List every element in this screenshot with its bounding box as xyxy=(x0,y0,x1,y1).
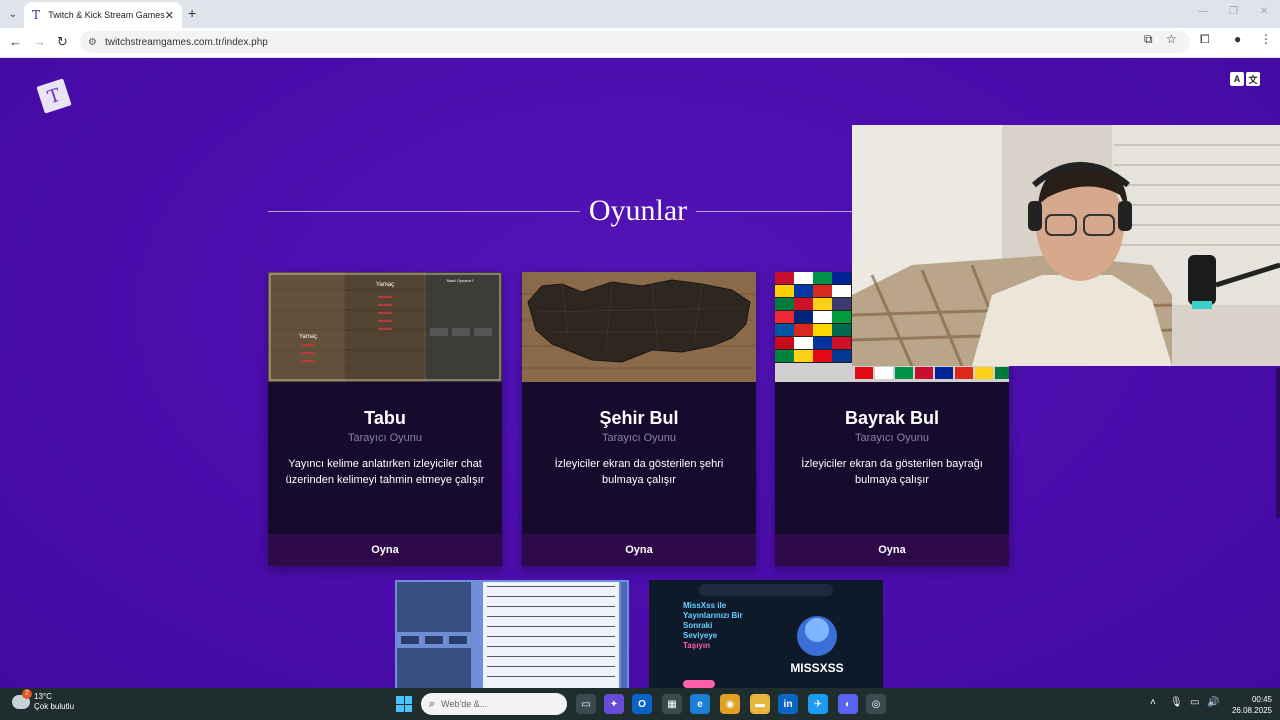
tab-favicon-icon: T xyxy=(32,8,41,22)
browser-tabstrip: ⌄ T Twitch & Kick Stream Games ✕ + — ❐ ✕ xyxy=(0,0,1280,28)
window-close-icon[interactable]: ✕ xyxy=(1260,6,1268,17)
copilot-icon[interactable]: ✦ xyxy=(604,694,624,714)
twitter-icon[interactable]: ✈ xyxy=(808,694,828,714)
forward-arrow-icon[interactable]: → xyxy=(33,34,46,49)
browser-menu-icon[interactable]: ⋮ xyxy=(1260,32,1272,46)
translate-button[interactable]: A 文 xyxy=(1230,72,1260,88)
translate-glyph-icon: 文 xyxy=(1246,72,1260,86)
tabu-word-left: Yamaç xyxy=(299,334,317,340)
play-button-tabu[interactable]: Oyna xyxy=(268,534,502,566)
tab-close-icon[interactable]: ✕ xyxy=(165,9,174,22)
volume-icon[interactable]: 🔊 xyxy=(1207,697,1219,708)
bookmark-star-icon[interactable]: ☆ xyxy=(1166,32,1177,46)
word-search-preview-image[interactable] xyxy=(395,580,629,688)
game-title: Tabu xyxy=(364,408,406,428)
missxss-brand: MISSXSS xyxy=(790,661,843,675)
page-scrollbar[interactable] xyxy=(1276,368,1280,518)
task-view-icon[interactable]: ▭ xyxy=(576,694,596,714)
edge-icon[interactable]: e xyxy=(690,694,710,714)
windows-taskbar: 2 13°C Çok bulutlu ⌕ Web'de &... ▭ ✦ O ▦… xyxy=(0,688,1280,720)
site-info-icon[interactable]: ⚙ xyxy=(88,37,97,48)
install-app-icon[interactable]: ⧉ xyxy=(1144,32,1153,47)
game-description: İzleyiciler ekran da gösterilen şehri bu… xyxy=(554,458,724,486)
svg-text:Seviyeye: Seviyeye xyxy=(683,631,718,640)
windows-start-icon[interactable] xyxy=(396,696,412,712)
clock-date: 26.08.2025 xyxy=(1231,706,1272,715)
search-placeholder: Web'de &... xyxy=(441,699,488,709)
game-subtitle: Tarayıcı Oyunu xyxy=(855,432,929,444)
game-subtitle: Tarayıcı Oyunu xyxy=(348,432,422,444)
game-title: Şehir Bul xyxy=(599,408,679,428)
app-icon[interactable]: ◎ xyxy=(866,694,886,714)
microphone-icon[interactable]: 🎙 xyxy=(1170,697,1183,708)
game-title: Bayrak Bul xyxy=(844,408,940,428)
chrome-icon[interactable]: ◉ xyxy=(720,694,740,714)
profile-avatar-icon[interactable]: ● xyxy=(1234,32,1241,46)
clock-time: 00:45 xyxy=(1251,695,1272,704)
tabu-panel-title: Nasıl Oynanır? xyxy=(447,278,474,283)
minimize-icon[interactable]: — xyxy=(1198,6,1208,17)
missxss-preview-image[interactable]: MissXss ile Yayınlarınızı Bir Sonraki Se… xyxy=(649,580,883,688)
svg-text:Sonraki: Sonraki xyxy=(683,621,712,630)
weather-badge: 2 xyxy=(22,689,32,699)
weather-widget[interactable]: 2 13°C Çok bulutlu xyxy=(12,689,74,712)
svg-text:Yayınlarınızı Bir: Yayınlarınızı Bir xyxy=(683,611,743,620)
back-arrow-icon[interactable]: ← xyxy=(9,34,22,49)
game-description: Yayıncı kelime anlatırken izleyiciler ch… xyxy=(285,458,485,486)
play-button-sehir-bul[interactable]: Oyna xyxy=(522,534,756,566)
missxss-headline-line: MissXss ile xyxy=(683,601,727,610)
url-text: twitchstreamgames.com.tr/index.php xyxy=(104,36,268,48)
weather-condition: Çok bulutlu xyxy=(34,702,75,711)
reload-icon[interactable]: ↻ xyxy=(57,34,68,50)
browser-tab-active[interactable]: T Twitch & Kick Stream Games ✕ xyxy=(24,2,182,28)
address-bar[interactable]: ⚙ twitchstreamgames.com.tr/index.php xyxy=(80,31,1190,53)
tabu-preview-image[interactable]: Yamaç Yamaç Nasıl Oynanır? xyxy=(268,272,502,382)
extensions-puzzle-icon[interactable]: ⧠ xyxy=(1200,32,1210,47)
game-card-sehir-bul: Şehir Bul Tarayıcı Oyunu İzleyiciler ekr… xyxy=(522,272,756,566)
play-button-bayrak-bul[interactable]: Oyna xyxy=(775,534,1009,566)
taskbar-search[interactable]: ⌕ Web'de &... xyxy=(421,693,567,715)
svg-text:Taşıyın: Taşıyın xyxy=(683,641,710,650)
tray-chevron-icon[interactable]: ˄ xyxy=(1150,697,1156,708)
temperature: 13°C xyxy=(34,692,52,701)
restore-icon[interactable]: ❐ xyxy=(1229,6,1238,17)
system-clock[interactable]: 00:45 26.08.2025 xyxy=(1228,694,1272,716)
network-icon[interactable]: ▭ xyxy=(1190,697,1199,708)
game-description: İzleyiciler ekran da gösterilen bayrağı … xyxy=(801,458,983,486)
cloud-icon: 2 xyxy=(12,689,32,709)
game-card-tabu: Yamaç Yamaç Nasıl Oynanır? Tabu Tarayıcı… xyxy=(268,272,502,566)
browser-toolbar: ← → ↻ ⚙ twitchstreamgames.com.tr/index.p… xyxy=(0,28,1280,58)
webcam-overlay xyxy=(852,125,1280,366)
game-subtitle: Tarayıcı Oyunu xyxy=(602,432,676,444)
weather-text: 13°C Çok bulutlu xyxy=(34,692,74,712)
new-tab-plus-icon[interactable]: + xyxy=(188,5,196,21)
store-icon[interactable]: ▦ xyxy=(662,694,682,714)
logo-letter: T xyxy=(45,84,63,108)
tabu-word-top: Yamaç xyxy=(376,282,394,288)
discord-icon[interactable]: ◐ xyxy=(838,694,858,714)
tab-title: Twitch & Kick Stream Games xyxy=(48,10,165,20)
linkedin-icon[interactable]: in xyxy=(778,694,798,714)
tab-search-chevron-icon[interactable]: ⌄ xyxy=(4,5,22,23)
translate-a-icon: A xyxy=(1230,72,1244,86)
turkey-map-preview-image[interactable] xyxy=(522,272,756,382)
file-explorer-icon[interactable]: ▬ xyxy=(750,694,770,714)
outlook-icon[interactable]: O xyxy=(632,694,652,714)
search-icon: ⌕ xyxy=(429,697,436,710)
